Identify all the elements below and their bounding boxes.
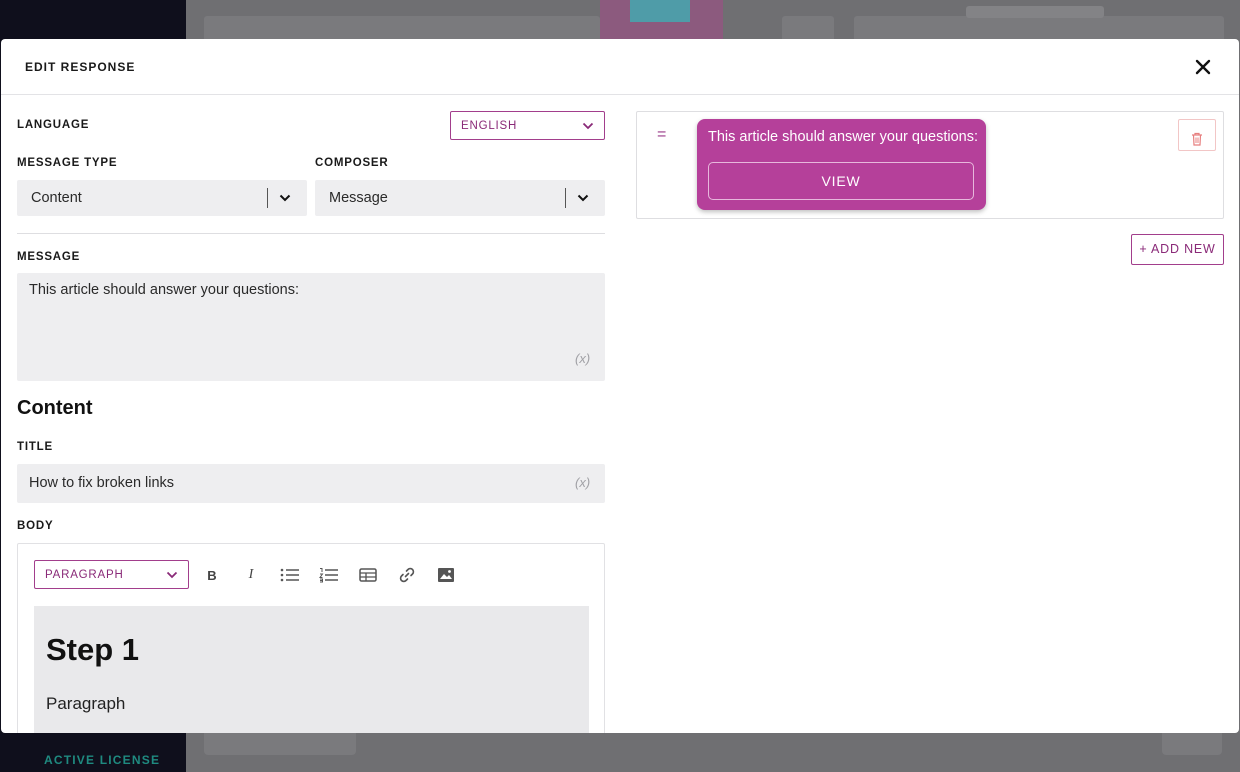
message-value: This article should answer your question… [29, 282, 299, 298]
chevron-down-icon [577, 194, 589, 202]
trash-icon [1192, 132, 1202, 146]
add-new-button[interactable]: + ADD NEW [1131, 234, 1224, 265]
chevron-down-icon [166, 571, 178, 579]
view-button-label: VIEW [821, 173, 861, 189]
paragraph-format-select[interactable]: PARAGRAPH [34, 560, 189, 589]
message-bubble: This article should answer your question… [697, 119, 986, 210]
language-select[interactable]: ENGLISH [450, 111, 605, 140]
background-thumbnail-image [630, 0, 690, 22]
message-type-value: Content [31, 190, 82, 206]
composer-select[interactable]: Message [315, 180, 605, 216]
content-section-title: Content [17, 397, 93, 419]
drag-handle-icon[interactable]: = [657, 126, 666, 144]
close-button[interactable] [1187, 53, 1219, 81]
image-icon [438, 568, 454, 582]
chevron-down-icon [279, 194, 291, 202]
numbered-list-button[interactable] [317, 564, 341, 586]
message-type-label: MESSAGE TYPE [17, 157, 118, 169]
bold-button[interactable]: B [200, 564, 224, 586]
insert-variable-icon[interactable]: (x) [575, 475, 590, 490]
body-label: BODY [17, 520, 54, 532]
editor-heading: Step 1 [46, 632, 140, 667]
view-button[interactable]: VIEW [708, 162, 974, 200]
sidebar-active-license[interactable]: ACTIVE LICENSE [44, 753, 160, 767]
numbered-list-icon [319, 568, 338, 583]
add-new-label: + ADD NEW [1139, 242, 1216, 256]
bubble-text: This article should answer your question… [708, 129, 978, 145]
link-icon [399, 567, 415, 583]
link-button[interactable] [395, 564, 419, 586]
select-separator [267, 188, 268, 208]
close-icon [1195, 59, 1211, 75]
form-divider [17, 233, 605, 234]
italic-button[interactable]: I [239, 564, 263, 586]
response-preview-card: = This article should answer your questi… [636, 111, 1224, 219]
background-card [1162, 733, 1222, 755]
editor-content-area[interactable]: Step 1 Paragraph [34, 606, 589, 733]
paragraph-format-value: PARAGRAPH [45, 569, 124, 581]
background-card [204, 733, 356, 755]
modal-title: EDIT RESPONSE [25, 60, 136, 74]
editor-paragraph: Paragraph [46, 694, 126, 713]
image-button[interactable] [434, 564, 458, 586]
composer-value: Message [329, 190, 388, 206]
modal-header: EDIT RESPONSE [1, 39, 1239, 95]
body-rich-text-editor: PARAGRAPH B I Step 1 Paragraph [17, 543, 605, 733]
bulleted-list-button[interactable] [278, 564, 302, 586]
select-separator [565, 188, 566, 208]
message-textarea[interactable]: This article should answer your question… [17, 273, 605, 381]
message-label: MESSAGE [17, 251, 81, 263]
table-icon [359, 568, 377, 582]
bulleted-list-icon [280, 568, 299, 582]
language-label: LANGUAGE [17, 119, 90, 131]
composer-label: COMPOSER [315, 157, 389, 169]
edit-response-modal: EDIT RESPONSE LANGUAGE ENGLISH MESSAGE T… [1, 39, 1239, 733]
delete-button[interactable] [1178, 119, 1216, 151]
title-input[interactable]: How to fix broken links (x) [17, 464, 605, 503]
title-label: TITLE [17, 441, 53, 453]
background-card [966, 6, 1104, 18]
title-value: How to fix broken links [29, 475, 175, 491]
message-type-select[interactable]: Content [17, 180, 307, 216]
language-value: ENGLISH [461, 120, 518, 132]
table-button[interactable] [356, 564, 380, 586]
insert-variable-icon[interactable]: (x) [575, 351, 590, 366]
chevron-down-icon [582, 122, 594, 130]
